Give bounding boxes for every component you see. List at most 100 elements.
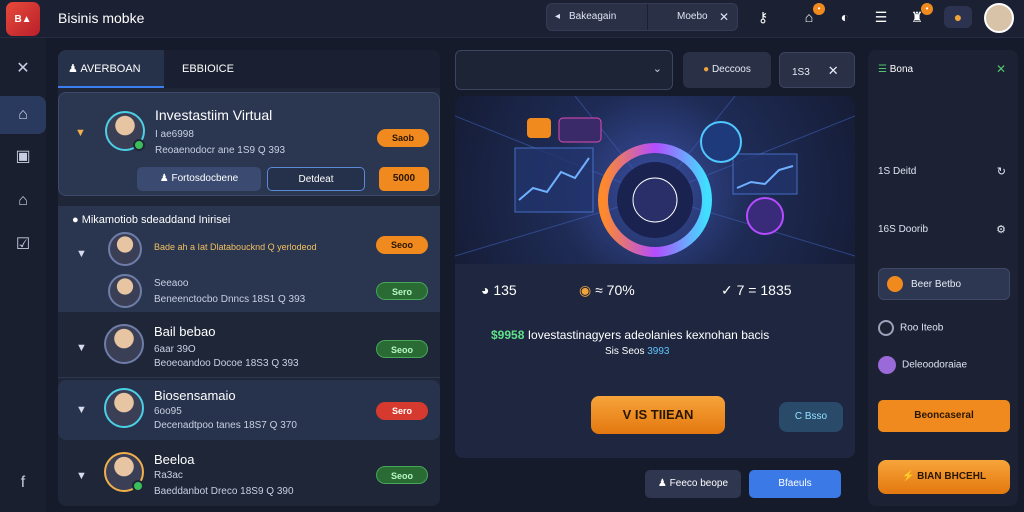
status-badge[interactable]: Seoo bbox=[376, 466, 428, 484]
badge-icon: ◉ bbox=[579, 282, 596, 298]
close-icon[interactable]: ✕ bbox=[996, 62, 1006, 76]
counter-chip[interactable]: 1S3 ✕ bbox=[779, 52, 855, 88]
featured-line2: Reoaenodocr ane 1S9 Q 393 bbox=[155, 145, 286, 156]
close-icon[interactable]: ✕ bbox=[719, 4, 729, 30]
coin-icon bbox=[887, 276, 903, 292]
refresh-icon[interactable]: ◐ bbox=[834, 6, 856, 28]
search-divider bbox=[647, 4, 648, 30]
refresh-icon[interactable]: ↻ bbox=[997, 165, 1006, 178]
online-indicator bbox=[132, 480, 144, 492]
chevron-icon: ▼ bbox=[76, 248, 87, 260]
row-line-a: Ra3ac bbox=[154, 470, 183, 481]
user-icon: ♟ bbox=[159, 173, 172, 184]
coin-icon: ● bbox=[703, 64, 712, 75]
tab-ebbioice[interactable]: EBBIOICE bbox=[172, 50, 244, 88]
right-item[interactable]: Roo Iteob bbox=[878, 320, 943, 336]
invest-now-button[interactable]: V IS TIIEAN bbox=[591, 396, 725, 434]
description-sub: Sis Seos 3993 bbox=[605, 346, 670, 357]
home-icon[interactable]: ⌂ bbox=[0, 182, 46, 220]
top-bar: B▲ Bisinis mobke ◂ Bakeagain Moebo ✕ ⚷ ⌂… bbox=[0, 0, 1024, 38]
right-item[interactable]: Deleoodoraiae bbox=[878, 356, 967, 374]
right-orange-button[interactable]: Beoncaseral bbox=[878, 400, 1010, 432]
row-name: Beeloa bbox=[154, 452, 195, 467]
home-icon[interactable]: ⌂ bbox=[0, 96, 46, 134]
tab-averboan[interactable]: ♟ AVERBOAN bbox=[58, 50, 164, 88]
center-panel: ⌄ ● Deccoos 1S3 ✕ ◕ 135 ◉ ≈ 70% ✓ 7 = 18… bbox=[455, 50, 855, 506]
search-left-field[interactable]: Bakeagain bbox=[569, 4, 616, 30]
list-item[interactable]: ▼ Bail bebao 6aar 39O Beoeoandoo Docoe 1… bbox=[58, 318, 440, 378]
chevron-icon: ▼ bbox=[76, 342, 87, 354]
section-header: ● Mikamotiob sdeaddand Inirisei bbox=[72, 214, 231, 226]
avatar bbox=[108, 274, 142, 308]
right-primary-button[interactable]: ⚡ BIAN BHCEHL bbox=[878, 460, 1010, 494]
stat-1: ◕ 135 bbox=[481, 282, 517, 298]
settings-icon[interactable]: ⚙ bbox=[996, 223, 1006, 236]
right-item[interactable]: 16S Doorib bbox=[878, 224, 928, 235]
secondary-button[interactable]: C Bsso bbox=[779, 402, 843, 432]
dropdown-icon[interactable]: ◂ bbox=[555, 4, 560, 30]
user-icon: ♟ bbox=[68, 63, 81, 75]
avatar bbox=[108, 232, 142, 266]
footer-left-button[interactable]: ♟ Feeco beope bbox=[645, 470, 741, 498]
row-line-a: 6oo95 bbox=[154, 406, 182, 417]
hero-card: ◕ 135 ◉ ≈ 70% ✓ 7 = 1835 $9958 Iovestast… bbox=[455, 96, 855, 458]
amount-input[interactable]: Detdeat bbox=[267, 167, 365, 191]
description: $9958 Iovestastinagyers adeolanies kexno… bbox=[491, 328, 770, 342]
list-icon: ☰ bbox=[878, 64, 890, 75]
app-logo[interactable]: B▲ bbox=[6, 2, 40, 36]
investments-panel: ♟ AVERBOAN EBBIOICE ▼ Investastiim Virtu… bbox=[58, 50, 440, 506]
bolt-icon: ⚡ bbox=[901, 471, 918, 482]
facebook-icon[interactable]: f bbox=[0, 464, 46, 502]
check-icon[interactable]: ☑ bbox=[0, 226, 46, 264]
status-badge[interactable]: Seoo bbox=[376, 340, 428, 358]
footer-right-button[interactable]: Bfaeuls bbox=[749, 470, 841, 498]
featured-card[interactable]: ▼ Investastiim Virtual I ae6998 Reoaenod… bbox=[58, 92, 440, 196]
list-item[interactable]: ▼ Biosensamaio 6oo95 Decenadtpoo tanes 1… bbox=[58, 380, 440, 440]
right-item[interactable]: 1S Deitd bbox=[878, 166, 916, 177]
row-name: Bail bebao bbox=[154, 324, 216, 339]
tab-bar: ♟ AVERBOAN EBBIOICE bbox=[58, 50, 440, 88]
hero-illustration bbox=[455, 96, 855, 264]
tools-icon[interactable]: ✕ bbox=[0, 50, 46, 88]
status-badge[interactable]: Sero bbox=[376, 282, 428, 300]
invest-button[interactable]: 5000 bbox=[379, 167, 429, 191]
right-panel: ☰ Bona ✕ 1S Deitd ↻ 16S Doorib ⚙ Beer Be… bbox=[868, 50, 1018, 506]
user-avatar[interactable] bbox=[984, 3, 1014, 33]
coin-icon[interactable]: ● bbox=[944, 6, 972, 28]
close-icon[interactable]: ✕ bbox=[828, 63, 839, 78]
list-item[interactable]: ▼ Beeloa Ra3ac Baeddanbot Dreco 18S9 Q 3… bbox=[58, 446, 440, 506]
right-item-selected[interactable]: Beer Betbo bbox=[878, 268, 1010, 300]
square-icon[interactable]: ▣ bbox=[0, 138, 46, 176]
online-indicator bbox=[133, 139, 145, 151]
stat-2: ◉ ≈ 70% bbox=[579, 282, 635, 298]
status-badge[interactable]: Seoo bbox=[376, 236, 428, 254]
status-badge[interactable]: Sero bbox=[376, 402, 428, 420]
row-line-a: Bade ah a Iat Dlataboucknd Q yerlodeod bbox=[154, 242, 317, 252]
avatar bbox=[105, 111, 145, 151]
key-icon[interactable]: ⚷ bbox=[752, 6, 774, 28]
notification-badge: • bbox=[813, 3, 825, 15]
bell-icon[interactable]: ♜ • bbox=[906, 3, 933, 28]
coin-chip[interactable]: ● Deccoos bbox=[683, 52, 771, 88]
info-icon: ● bbox=[72, 214, 82, 226]
app-title: Bisinis mobke bbox=[58, 10, 145, 26]
timer-icon: ◕ bbox=[481, 282, 494, 298]
filter-select[interactable]: ⌄ bbox=[455, 50, 673, 90]
row-name: Biosensamaio bbox=[154, 388, 236, 403]
search-bar[interactable]: ◂ Bakeagain Moebo ✕ bbox=[546, 3, 738, 31]
right-panel-header: ☰ Bona bbox=[878, 64, 914, 75]
portfolio-button[interactable]: ♟ Fortosdocbene bbox=[137, 167, 261, 191]
circle-icon bbox=[878, 320, 894, 336]
refresh-icon: C bbox=[794, 411, 805, 422]
chevron-down-icon: ⌄ bbox=[652, 63, 662, 75]
home-icon[interactable]: ⌂ • bbox=[798, 3, 825, 28]
menu-icon[interactable]: ☰ bbox=[870, 6, 892, 28]
avatar bbox=[104, 388, 144, 428]
search-right-field[interactable]: Moebo bbox=[677, 4, 708, 30]
status-badge: Saob bbox=[377, 129, 429, 147]
row-line-b: Decenadtpoo tanes 18S7 Q 370 bbox=[154, 420, 297, 431]
chevron-icon: ▼ bbox=[76, 470, 87, 482]
featured-line1: I ae6998 bbox=[155, 129, 194, 140]
row-line-b: Baeddanbot Dreco 18S9 Q 390 bbox=[154, 486, 294, 497]
avatar bbox=[104, 452, 144, 492]
